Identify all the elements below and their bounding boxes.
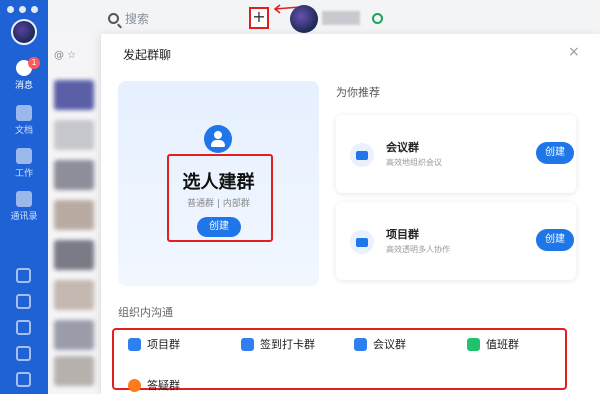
group-type-project[interactable]: 项目群 [128, 335, 180, 353]
dialog-title: 发起群聊 [123, 48, 172, 62]
close-icon[interactable]: × [568, 44, 580, 60]
list-item[interactable] [54, 320, 94, 350]
list-item[interactable] [54, 120, 94, 150]
calendar-icon[interactable] [16, 268, 31, 283]
recommend-name: 会议群 [386, 141, 419, 154]
question-icon [128, 378, 141, 392]
group-type-label: 答疑群 [147, 379, 180, 392]
edit-note-icon [241, 337, 254, 351]
duty-icon [467, 337, 480, 351]
recommend-name: 项目群 [386, 228, 419, 241]
create-button[interactable]: 创建 [197, 217, 241, 237]
select-people-title: 选人建群 [182, 172, 255, 193]
recommend-card-project[interactable]: 项目群 高效透明多人协作 创建 [336, 202, 576, 280]
contacts-icon [16, 191, 32, 207]
document-icon [16, 105, 32, 121]
mail-icon[interactable] [16, 372, 31, 387]
start-group-chat-dialog: 发起群聊 × 选人建群 普通群 | 内部群 创建 为你推荐 会议群 高效地组织会… [101, 34, 600, 394]
folder-people-icon [128, 337, 141, 351]
list-item[interactable] [54, 356, 94, 386]
rail-item-label: 通讯录 [10, 212, 38, 222]
phone-icon[interactable] [16, 346, 31, 361]
top-bar: 搜索 + [48, 0, 600, 34]
rail-item-label: 文档 [14, 126, 33, 136]
list-item[interactable] [54, 200, 94, 230]
recommend-desc: 高效透明多人协作 [386, 245, 450, 254]
search-icon [108, 12, 119, 24]
list-item[interactable] [54, 80, 94, 110]
list-item[interactable] [54, 280, 94, 310]
checklist-icon[interactable] [16, 294, 31, 309]
minimize-window-icon[interactable] [19, 6, 26, 13]
rail-item-label: 消息 [14, 81, 33, 91]
rail-item-messages[interactable]: 1 消息 [0, 57, 48, 91]
maximize-window-icon[interactable] [31, 6, 38, 13]
person-icon [204, 125, 232, 153]
rail-item-contacts[interactable]: 通讯录 [0, 191, 48, 222]
create-button[interactable]: 创建 [536, 142, 574, 164]
recommend-card-meeting[interactable]: 会议群 高效地组织会议 创建 [336, 115, 576, 193]
list-item[interactable] [54, 160, 94, 190]
grid-icon [16, 148, 32, 164]
group-type-label: 值班群 [486, 338, 519, 351]
recommend-title: 为你推荐 [336, 86, 380, 99]
window-controls [7, 6, 38, 13]
group-type-qa[interactable]: 答疑群 [128, 376, 180, 394]
left-rail: 1 消息 文档 工作 通讯录 [0, 0, 48, 394]
list-toolbar: @ ☆ [54, 50, 77, 61]
lightning-icon[interactable] [16, 320, 31, 335]
create-button[interactable]: 创建 [536, 229, 574, 251]
user-avatar[interactable] [11, 19, 37, 45]
recommend-desc: 高效地组织会议 [386, 158, 442, 167]
select-people-subtitle: 普通群 | 内部群 [187, 199, 250, 209]
rail-item-work[interactable]: 工作 [0, 148, 48, 179]
group-type-label: 签到打卡群 [260, 338, 315, 351]
unread-badge: 1 [28, 57, 40, 69]
group-type-duty[interactable]: 值班群 [467, 335, 519, 353]
search-box[interactable]: 搜索 [108, 7, 238, 29]
group-type-checkin[interactable]: 签到打卡群 [241, 335, 315, 353]
folder-icon [354, 337, 367, 351]
close-window-icon[interactable] [7, 6, 14, 13]
search-placeholder: 搜索 [125, 11, 150, 26]
rail-item-docs[interactable]: 文档 [0, 105, 48, 136]
list-item[interactable] [54, 240, 94, 270]
new-chat-plus-button[interactable]: + [249, 7, 269, 29]
contact-avatar[interactable] [290, 5, 318, 33]
folder-people-icon [350, 230, 374, 254]
blurred-name [322, 11, 360, 25]
folder-icon [350, 143, 374, 167]
select-people-card[interactable]: 选人建群 普通群 | 内部群 创建 [118, 81, 319, 286]
org-section-title: 组织内沟通 [118, 306, 173, 319]
rail-item-label: 工作 [14, 169, 33, 179]
group-type-meeting[interactable]: 会议群 [354, 335, 406, 353]
group-type-label: 项目群 [147, 338, 180, 351]
verified-check-icon [372, 13, 383, 24]
group-type-label: 会议群 [373, 338, 406, 351]
